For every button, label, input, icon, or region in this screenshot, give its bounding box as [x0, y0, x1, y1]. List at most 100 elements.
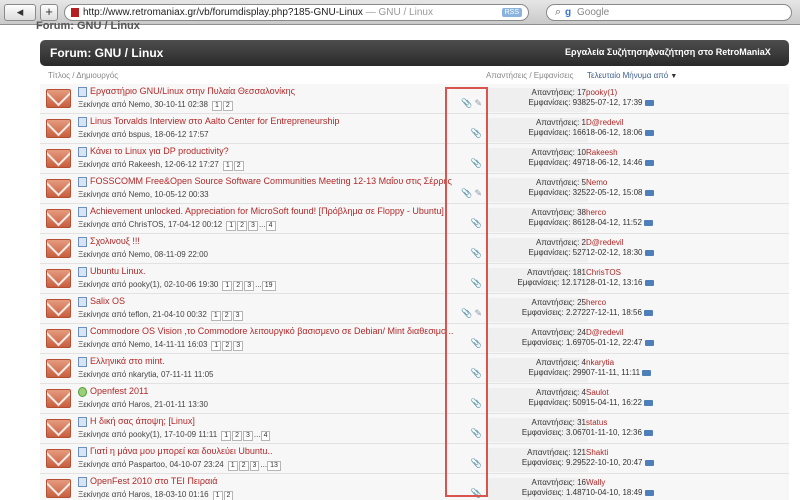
thread-title-link[interactable]: Commodore OS Vision ,το Commodore λειτου… [90, 326, 453, 336]
table-row[interactable]: Salix OS Ξεκίνησε από teflon, 21-04-10 00… [40, 294, 789, 324]
views-count: Εμφανίσεις: 166 [528, 128, 586, 137]
thread-starter: Ξεκίνησε από Haros, 21-01-11 13:30 [78, 400, 208, 409]
last-post-user-link[interactable]: Rakeesh [586, 148, 654, 158]
go-to-last-post-icon[interactable] [644, 159, 654, 166]
page-link[interactable]: 3 [233, 341, 244, 351]
page-link[interactable]: 1 [226, 221, 237, 231]
page-link[interactable]: 1 [212, 491, 223, 500]
go-to-last-post-icon[interactable] [644, 129, 654, 136]
page-link[interactable]: 1 [211, 341, 222, 351]
table-row[interactable]: Ελληνικά στο mint. Ξεκίνησε από nkarytia,… [40, 354, 789, 384]
page-link[interactable]: 19 [261, 281, 276, 291]
tag-icon: 📎 [461, 98, 473, 108]
go-to-last-post-icon[interactable] [644, 249, 654, 256]
table-row[interactable]: Linus Torvalds Interview στο Aalto Cente… [40, 114, 789, 144]
page-link[interactable]: 13 [267, 461, 281, 471]
page-link[interactable]: 2 [222, 341, 233, 351]
table-row[interactable]: FOSSCOMM Free&Open Source Software Commu… [40, 174, 789, 204]
forum-search-link[interactable]: Αναζήτηση στο RetroManiaX [648, 47, 771, 57]
page-link[interactable]: 2 [221, 311, 232, 321]
last-post-user-link[interactable]: D@redevil [586, 118, 654, 128]
table-row[interactable]: Openfest 2011 Ξεκίνησε από Haros, 21-01-1… [40, 384, 789, 414]
thread-title-link[interactable]: Η δική σας άποψη; [Linux] [90, 416, 195, 426]
last-post-user-link[interactable]: Nemo [586, 178, 654, 188]
thread-tools-link[interactable]: Εργαλεία Συζήτησης [565, 47, 653, 57]
last-post-user-link[interactable]: pooky(1) [586, 88, 654, 98]
table-row[interactable]: OpenFest 2010 στο ΤΕΙ Πειραιά Ξεκίνησε απ… [40, 474, 789, 500]
last-post-user-link[interactable]: D@redevil [586, 328, 654, 338]
thread-title-link[interactable]: OpenFest 2010 στο ΤΕΙ Πειραιά [90, 476, 217, 486]
last-post-user-link[interactable]: Wally [586, 478, 654, 488]
page-link[interactable]: 3 [232, 311, 243, 321]
page-link[interactable]: 1 [210, 311, 221, 321]
table-row[interactable]: Γιατί η μάνα μου μπορεί και δουλεύει Ubu… [40, 444, 789, 474]
page-link[interactable]: 2 [232, 431, 242, 441]
go-to-last-post-icon[interactable] [644, 279, 654, 286]
page-link[interactable]: 2 [223, 491, 234, 500]
table-row[interactable]: Achievement unlocked. Appreciation for M… [40, 204, 789, 234]
page-link[interactable]: 4 [260, 431, 271, 441]
last-post-user-link[interactable]: nkarytia [586, 358, 651, 368]
go-to-last-post-icon[interactable] [643, 399, 653, 406]
last-post-user-link[interactable]: herco [586, 298, 653, 308]
thread-title-link[interactable]: Κάνει το Linux για DP productivity? [90, 146, 229, 156]
page-link[interactable]: 1 [222, 281, 233, 291]
rss-icon[interactable]: RSS [501, 8, 522, 17]
address-bar[interactable]: http://www.retromaniax.gr/vb/forumdispla… [64, 4, 529, 21]
thread-title-link[interactable]: Salix OS [90, 296, 125, 306]
last-post-user-link[interactable]: herco [586, 208, 653, 218]
go-to-last-post-icon[interactable] [644, 339, 654, 346]
thread-title-link[interactable]: Ελληνικά στο mint. [90, 356, 165, 366]
last-post-user-link[interactable]: Shakti [586, 448, 654, 458]
column-header-last-post[interactable]: Τελευταίο Μήνυμα από ▼ [587, 71, 677, 80]
last-post-user-link[interactable]: Saulot [586, 388, 653, 398]
page-link[interactable]: 4 [265, 221, 276, 231]
add-bookmark-button[interactable]: + [40, 4, 58, 21]
last-post-user-link[interactable]: D@redevil [586, 238, 654, 248]
page-link[interactable]: 1 [212, 101, 222, 111]
go-to-last-post-icon[interactable] [644, 99, 654, 106]
thread-title-link[interactable]: Ubuntu Linux. [90, 266, 146, 276]
column-header-stats[interactable]: Απαντήσεις / Εμφανίσεις [486, 71, 573, 80]
page-link[interactable]: 3 [248, 221, 258, 231]
go-to-last-post-icon[interactable] [643, 219, 653, 226]
go-to-last-post-icon[interactable] [644, 189, 654, 196]
page-link[interactable]: 3 [243, 431, 253, 441]
table-row[interactable]: Κάνει το Linux για DP productivity? Ξεκίν… [40, 144, 789, 174]
url-text: http://www.retromaniax.gr/vb/forumdispla… [83, 7, 363, 18]
thread-icons: 📎 [452, 218, 482, 229]
go-to-last-post-icon[interactable] [643, 429, 653, 436]
page-link[interactable]: 1 [222, 161, 233, 171]
last-post-user-link[interactable]: ChrisTOS [586, 268, 654, 278]
go-to-last-post-icon[interactable] [643, 309, 653, 316]
go-to-last-post-icon[interactable] [642, 369, 652, 376]
thread-title-link[interactable]: Achievement unlocked. Appreciation for M… [90, 206, 444, 216]
thread-title-link[interactable]: Openfest 2011 [90, 386, 148, 396]
thread-starter-text: Ξεκίνησε από Nemo, 10-05-12 00:33 [78, 190, 209, 199]
search-input[interactable]: ⌕ g Google [546, 4, 792, 21]
last-post-user-link[interactable]: status [586, 418, 653, 428]
page-link[interactable]: 1 [221, 431, 232, 441]
page-link[interactable]: 2 [238, 461, 249, 471]
page-link[interactable]: 3 [244, 281, 255, 291]
page-link[interactable]: 3 [249, 461, 260, 471]
table-row[interactable]: Σχολινουξ !!! Ξεκίνησε από Nemo, 08-11-09… [40, 234, 789, 264]
page-link[interactable]: 2 [222, 101, 233, 111]
back-button[interactable]: ◂ [4, 4, 36, 21]
thread-title-link[interactable]: FOSSCOMM Free&Open Source Software Commu… [90, 176, 452, 186]
column-header-title[interactable]: Τίτλος / Δημιουργός [48, 71, 118, 80]
go-to-last-post-icon[interactable] [644, 459, 654, 466]
page-link[interactable]: 1 [227, 461, 238, 471]
table-row[interactable]: Commodore OS Vision ,το Commodore λειτου… [40, 324, 789, 354]
go-to-last-post-icon[interactable] [644, 489, 654, 496]
table-row[interactable]: Ubuntu Linux. Ξεκίνησε από pooky(1), 02-1… [40, 264, 789, 294]
table-row[interactable]: Η δική σας άποψη; [Linux] Ξεκίνησε από po… [40, 414, 789, 444]
table-row[interactable]: Εργαστήριο GNU/Linux στην Πυλαία Θεσσαλο… [40, 84, 789, 114]
page-link[interactable]: 2 [233, 161, 244, 171]
thread-title-link[interactable]: Εργαστήριο GNU/Linux στην Πυλαία Θεσσαλο… [90, 86, 295, 96]
page-link[interactable]: 2 [237, 221, 248, 231]
page-link[interactable]: 2 [233, 281, 244, 291]
thread-title-link[interactable]: Linus Torvalds Interview στο Aalto Cente… [90, 116, 339, 126]
thread-title-link[interactable]: Σχολινουξ !!! [90, 236, 140, 246]
thread-title-link[interactable]: Γιατί η μάνα μου μπορεί και δουλεύει Ubu… [90, 446, 272, 456]
